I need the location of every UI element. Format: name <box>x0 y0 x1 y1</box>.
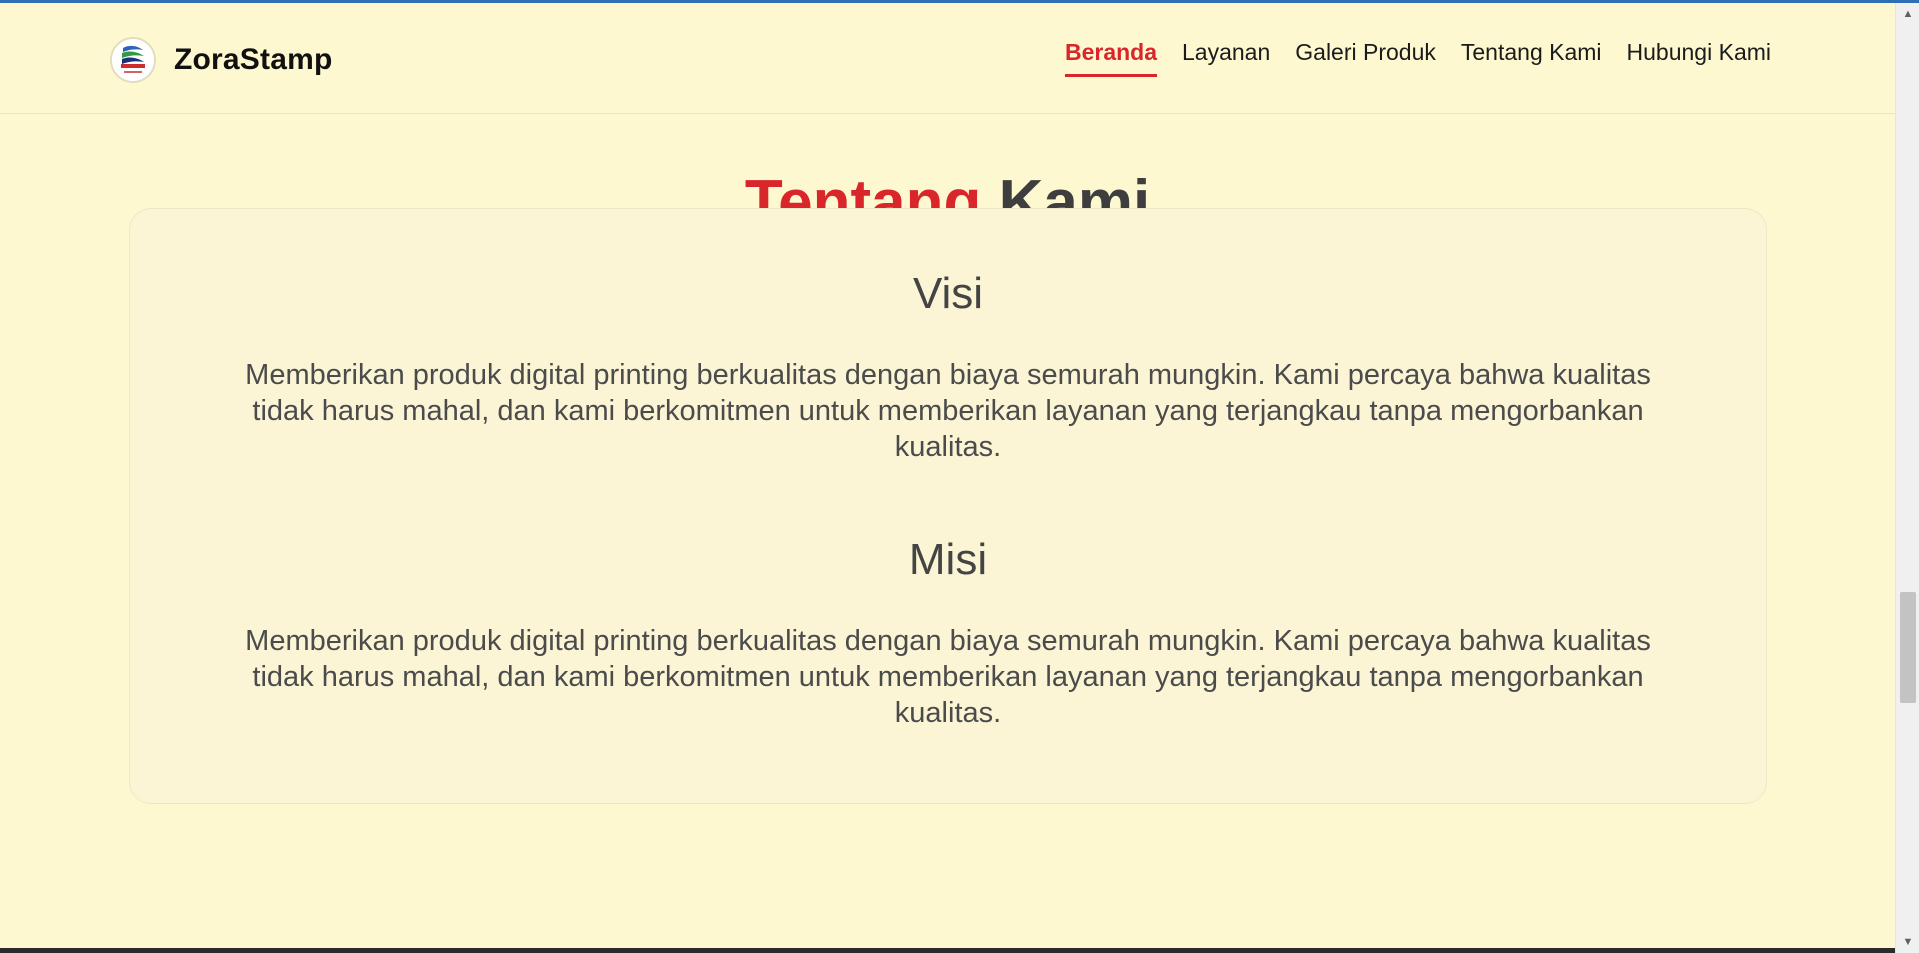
page: ZoraStamp Beranda Layanan Galeri Produk … <box>0 3 1895 953</box>
nav-item-tentang-kami[interactable]: Tentang Kami <box>1461 39 1602 74</box>
scroll-down-arrow-icon[interactable]: ▼ <box>1896 933 1919 951</box>
nav-item-beranda[interactable]: Beranda <box>1064 39 1158 77</box>
main-navigation: Beranda Layanan Galeri Produk Tentang Ka… <box>1064 39 1771 77</box>
scroll-up-arrow-icon[interactable]: ▲ <box>1896 5 1919 23</box>
vertical-scrollbar[interactable]: ▲ ▼ <box>1895 3 1919 953</box>
nav-item-galeri-produk[interactable]: Galeri Produk <box>1295 39 1436 74</box>
next-section-edge <box>0 948 1895 953</box>
vision-mission-card: Visi Memberikan produk digital printing … <box>129 208 1767 804</box>
brand[interactable]: ZoraStamp <box>110 37 333 83</box>
nav-item-layanan[interactable]: Layanan <box>1182 39 1270 74</box>
brand-name: ZoraStamp <box>174 43 333 76</box>
scrollbar-thumb[interactable] <box>1900 592 1916 703</box>
visi-heading: Visi <box>912 269 984 318</box>
misi-text: Memberikan produk digital printing berku… <box>245 625 1651 729</box>
zora-stamp-logo-icon <box>110 37 156 83</box>
logo-graphic <box>112 39 154 81</box>
misi-heading: Misi <box>908 535 988 584</box>
nav-item-hubungi-kami[interactable]: Hubungi Kami <box>1627 39 1771 74</box>
navbar: ZoraStamp Beranda Layanan Galeri Produk … <box>0 3 1895 114</box>
visi-text: Memberikan produk digital printing berku… <box>245 359 1651 463</box>
